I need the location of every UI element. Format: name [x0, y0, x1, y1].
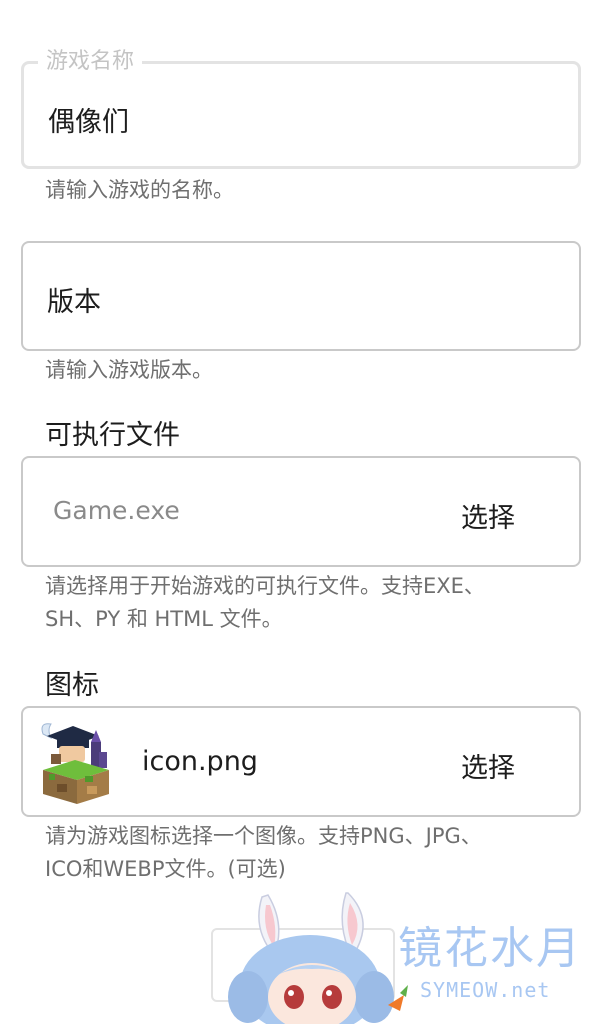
game-name-helper: 请输入游戏的名称。 [45, 178, 234, 202]
icon-helper-line1: 请为游戏图标选择一个图像。支持PNG、JPG、 [45, 824, 482, 848]
choose-executable-button[interactable]: 选择 [461, 496, 515, 535]
game-icon-thumbnail [41, 723, 109, 804]
icon-helper-line2: ICO和WEBP文件。(可选) [45, 857, 286, 881]
watermark-title: 镜花水月 [398, 923, 582, 974]
game-name-field[interactable]: 游戏名称 偶像们 [21, 48, 581, 169]
icon-label: 图标 [45, 670, 99, 701]
executable-helper: 请选择用于开始游戏的可执行文件。支持EXE、 SH、PY 和 HTML 文件。 [45, 570, 485, 636]
version-helper: 请输入游戏版本。 [45, 358, 213, 382]
game-name-legend: 游戏名称 [38, 48, 143, 76]
mascot-illustration [228, 892, 408, 1024]
icon-file-value: icon.png [142, 746, 258, 777]
watermark-subtitle: SYMEOW.net [420, 978, 551, 1002]
icon-field[interactable]: icon.png 选择 [21, 706, 581, 817]
watermark: 镜花水月 SYMEOW.net [398, 912, 598, 1012]
choose-icon-button[interactable]: 选择 [461, 746, 515, 785]
executable-label: 可执行文件 [45, 420, 180, 451]
version-field[interactable]: 版本 [21, 241, 581, 351]
version-input-value[interactable]: 版本 [47, 280, 101, 319]
executable-helper-line1: 请选择用于开始游戏的可执行文件。支持EXE、 [45, 574, 485, 598]
game-name-input-value[interactable]: 偶像们 [48, 100, 129, 139]
executable-field[interactable]: Game.exe 选择 [21, 456, 581, 567]
icon-helper: 请为游戏图标选择一个图像。支持PNG、JPG、 ICO和WEBP文件。(可选) [45, 820, 482, 886]
executable-helper-line2: SH、PY 和 HTML 文件。 [45, 607, 283, 631]
executable-file-value: Game.exe [53, 496, 180, 525]
